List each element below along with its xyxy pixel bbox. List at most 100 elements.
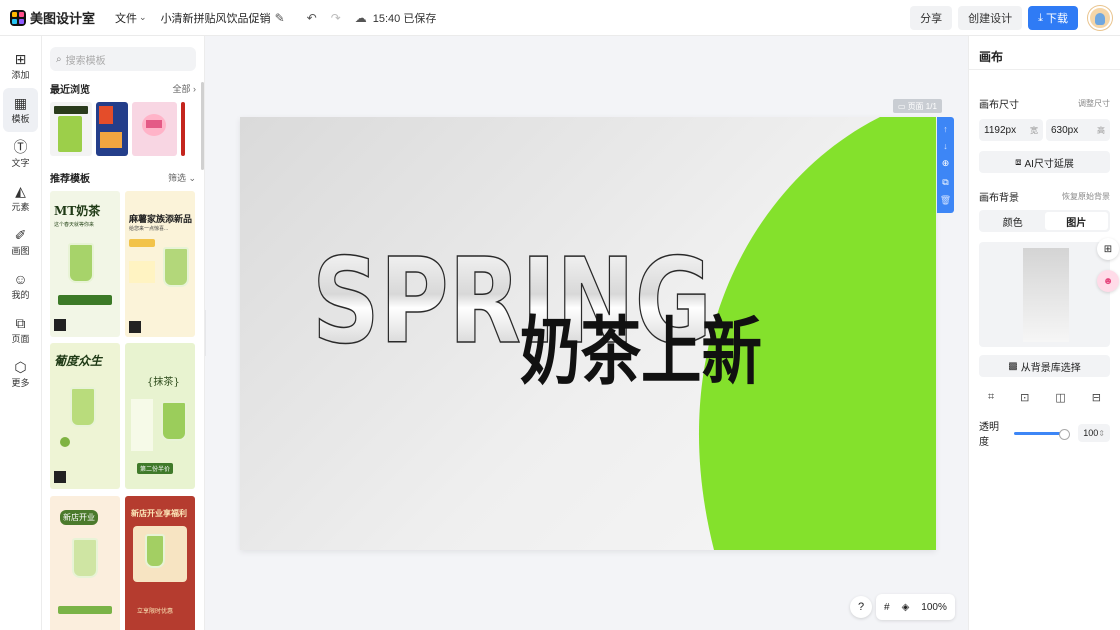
add-page-icon[interactable]: ⊕ bbox=[942, 158, 950, 169]
move-down-icon[interactable]: ↓ bbox=[943, 141, 948, 151]
app-name: 美图设计室 bbox=[30, 11, 96, 26]
crop-icon[interactable]: ⌗ bbox=[988, 391, 994, 404]
rail-label: 添加 bbox=[11, 70, 30, 80]
recent-thumb[interactable] bbox=[181, 102, 185, 156]
props-title: 画布 bbox=[979, 50, 1004, 64]
move-up-icon[interactable]: ↑ bbox=[943, 124, 948, 134]
flip-vertical-icon[interactable]: ⊟ bbox=[1092, 391, 1101, 404]
height-field[interactable]: 630px 高 bbox=[1046, 119, 1110, 141]
opacity-slider[interactable] bbox=[1014, 428, 1071, 440]
height-value: 630px bbox=[1051, 124, 1079, 136]
canvas-bg-label: 画布背景 bbox=[979, 193, 1019, 204]
share-button[interactable]: 分享 bbox=[910, 6, 953, 30]
opacity-label: 透明度 bbox=[979, 422, 999, 448]
page-badge-label: 页面 1/1 bbox=[907, 101, 937, 111]
logo-icon bbox=[10, 9, 26, 26]
rail-label: 文字 bbox=[11, 158, 30, 168]
template-subtitle: 立享限时优惠 bbox=[137, 609, 174, 615]
avatar[interactable] bbox=[1088, 6, 1112, 30]
milk-tea-headline: 奶茶上新 bbox=[520, 309, 762, 395]
stepper-icon: ⇕ bbox=[1098, 428, 1105, 438]
search-input[interactable]: 搜索模板 bbox=[66, 52, 106, 67]
template-card[interactable]: {抹茶} 第二份半价 bbox=[125, 343, 195, 489]
tool-rail: ⊞ 添加 ▦ 模板 Ⓣ 文字 ◭ 元素 ✐ 画图 ☺ 我的 ⧉ 页面 ⬡ 更多 bbox=[0, 36, 42, 630]
tab-color[interactable]: 颜色 bbox=[981, 212, 1045, 230]
grid-icon[interactable]: # bbox=[884, 602, 890, 613]
download-button[interactable]: ⤓ 下载 bbox=[1028, 6, 1078, 30]
search-box[interactable]: ⌕ 搜索模板 bbox=[50, 47, 196, 71]
template-card[interactable]: 新店开业享福利 立享限时优惠 bbox=[125, 496, 195, 630]
recent-all-link[interactable]: 全部 › bbox=[172, 82, 196, 95]
assistant-icon[interactable]: ☻ bbox=[1097, 270, 1119, 292]
panel-scrollbar[interactable] bbox=[201, 82, 204, 170]
rail-label: 我的 bbox=[11, 290, 30, 300]
search-icon: ⌕ bbox=[56, 53, 62, 65]
template-title: 新店开业享福利 bbox=[131, 509, 187, 518]
chevron-down-icon: ⌄ bbox=[139, 12, 147, 22]
rail-item-pages[interactable]: ⧉ 页面 bbox=[0, 308, 41, 352]
template-subtitle: 给您来一点惊喜... bbox=[129, 226, 169, 232]
flip-horizontal-icon[interactable]: ◫ bbox=[1055, 391, 1065, 404]
copy-page-icon[interactable]: ⧉ bbox=[942, 177, 948, 188]
document-title[interactable]: 小清新拼贴风饮品促销上新... bbox=[161, 10, 271, 26]
width-unit: 宽 bbox=[1030, 125, 1038, 135]
edit-icon[interactable]: ✎ bbox=[275, 11, 285, 25]
bg-preview-image bbox=[1023, 248, 1069, 342]
undo-icon[interactable]: ↶ bbox=[307, 11, 317, 25]
zoom-bar: # ◈ 100% bbox=[876, 594, 955, 620]
template-card[interactable]: 新店开业 bbox=[50, 496, 120, 630]
rail-item-elements[interactable]: ◭ 元素 bbox=[0, 176, 41, 220]
plus-square-icon: ⊞ bbox=[14, 51, 27, 67]
rail-item-add[interactable]: ⊞ 添加 bbox=[0, 44, 41, 88]
template-card[interactable]: 麻薯家族添新品 给您来一点惊喜... bbox=[125, 191, 195, 337]
recent-thumb[interactable] bbox=[132, 102, 177, 156]
resize-link[interactable]: 调整尺寸 bbox=[1078, 98, 1110, 109]
apps-icon[interactable]: ⊞ bbox=[1097, 238, 1119, 260]
replace-icon[interactable]: ⊡ bbox=[1020, 391, 1029, 404]
rail-item-template[interactable]: ▦ 模板 bbox=[3, 88, 38, 132]
create-design-button[interactable]: 创建设计 bbox=[958, 6, 1023, 30]
rail-item-more[interactable]: ⬡ 更多 bbox=[0, 352, 41, 396]
properties-panel: 画布 画布尺寸 调整尺寸 1192px 宽 630px 高 ⧈ AI尺寸延展 画… bbox=[968, 36, 1120, 630]
bg-library-button[interactable]: ▩ 从背景库选择 bbox=[979, 355, 1110, 377]
bg-library-label: 从背景库选择 bbox=[1020, 362, 1081, 374]
template-panel: ⌕ 搜索模板 最近浏览 全部 › 推荐模板 筛选 ⌄ MT奶茶 这个春天就等你来 bbox=[42, 36, 205, 630]
recent-thumb[interactable] bbox=[96, 102, 128, 156]
reset-bg-link[interactable]: 恢复原始背景 bbox=[1062, 191, 1110, 202]
app-logo[interactable]: 美图设计室 bbox=[10, 8, 95, 27]
template-card[interactable]: 葡度众生 bbox=[50, 343, 120, 489]
delete-page-icon[interactable]: 🗑 bbox=[940, 195, 951, 206]
user-icon: ☺ bbox=[13, 271, 28, 287]
opacity-value: 100 bbox=[1083, 428, 1099, 438]
rail-item-draw[interactable]: ✐ 画图 bbox=[0, 220, 41, 264]
width-field[interactable]: 1192px 宽 bbox=[979, 119, 1043, 141]
page-badge[interactable]: ▭ 页面 1/1 bbox=[893, 99, 942, 113]
help-button[interactable]: ? bbox=[850, 596, 872, 618]
canvas-size-label: 画布尺寸 bbox=[979, 100, 1019, 111]
tab-image[interactable]: 图片 bbox=[1044, 212, 1108, 230]
shapes-icon: ◭ bbox=[15, 183, 26, 199]
rail-item-text[interactable]: Ⓣ 文字 bbox=[0, 132, 41, 176]
template-card[interactable]: MT奶茶 这个春天就等你来 bbox=[50, 191, 120, 337]
recent-all-label: 全部 bbox=[172, 84, 191, 94]
rail-label: 模板 bbox=[11, 114, 30, 124]
rail-item-mine[interactable]: ☺ 我的 bbox=[0, 264, 41, 308]
artboard[interactable]: SPRING 奶茶上新 bbox=[240, 117, 936, 550]
recent-thumb[interactable] bbox=[50, 102, 92, 156]
template-title: MT奶茶 bbox=[54, 204, 101, 218]
rail-label: 元素 bbox=[11, 202, 30, 212]
file-menu[interactable]: 文件 bbox=[115, 10, 137, 26]
opacity-field[interactable]: 100 ⇕ bbox=[1078, 424, 1110, 442]
template-title: 葡度众生 bbox=[54, 354, 103, 368]
save-status: 15:40 已保存 bbox=[372, 12, 437, 25]
layers-icon[interactable]: ◈ bbox=[902, 602, 910, 613]
redo-icon[interactable]: ↷ bbox=[331, 11, 341, 25]
zoom-level[interactable]: 100% bbox=[921, 602, 947, 613]
text-icon: Ⓣ bbox=[13, 139, 28, 155]
recent-title: 最近浏览 bbox=[50, 85, 90, 96]
rail-label: 更多 bbox=[11, 378, 30, 388]
template-icon: ▦ bbox=[13, 95, 28, 111]
ai-extend-button[interactable]: ⧈ AI尺寸延展 bbox=[979, 151, 1110, 173]
bg-preview[interactable] bbox=[979, 242, 1110, 347]
filter-button[interactable]: 筛选 ⌄ bbox=[168, 171, 196, 184]
